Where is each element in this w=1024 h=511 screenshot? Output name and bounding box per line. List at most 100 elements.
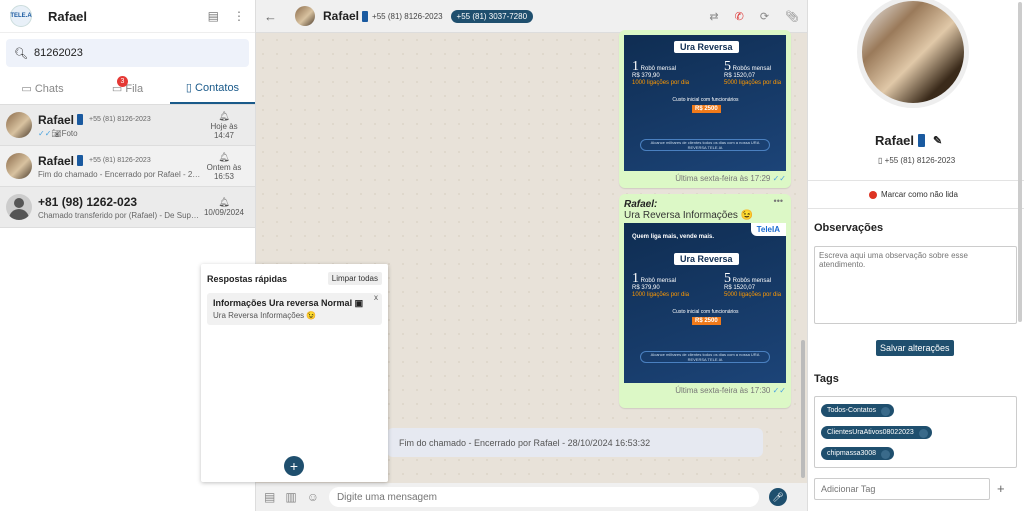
profile-name: Rafael	[875, 133, 915, 148]
list-item[interactable]: +81 (98) 1262-023 Chamado transferido po…	[0, 187, 255, 228]
profile-photo	[857, 0, 969, 108]
promo-setup-price: R$ 2500	[692, 317, 721, 325]
logo-text: TELE.A	[10, 13, 32, 19]
transfer-icon[interactable]: ⇄	[709, 10, 718, 23]
promo-setup-price: R$ 2500	[692, 105, 721, 113]
message-sender: Rafael:	[624, 199, 658, 210]
template-icon[interactable]: ▥	[285, 490, 296, 504]
attach-icon[interactable]: 📎︎	[785, 10, 799, 23]
bell-icon[interactable]: 🔔︎	[201, 111, 247, 122]
phone-icon	[77, 114, 84, 125]
promo-right-label: Robôs mensal	[732, 278, 772, 284]
message-options-icon[interactable]: •••	[774, 196, 783, 206]
new-chat-icon[interactable]: ▤	[208, 9, 219, 23]
avatar[interactable]	[295, 6, 315, 26]
tag-chip[interactable]: chipmassa3008	[821, 447, 895, 460]
contact-phone: +55 (81) 8126-2023	[89, 157, 151, 164]
emoji-icon[interactable]: ☺	[307, 490, 319, 504]
promo-footer: Alcance milhares de clientes todos os di…	[640, 139, 770, 151]
quick-reply-subtitle: Ura Reversa Informações 😉	[213, 311, 317, 320]
add-tag-input[interactable]	[814, 478, 990, 500]
mark-unread-button[interactable]: Marcar como não lida	[869, 190, 958, 199]
phone-icon	[362, 10, 369, 22]
message-bubble[interactable]: ••• Rafael: Ura Reversa Informações 😉 Te…	[619, 194, 791, 408]
promo-logo: TeleIA	[750, 223, 786, 236]
back-arrow-icon[interactable]: ←	[264, 9, 277, 24]
bell-icon[interactable]: 🔔︎	[201, 152, 247, 163]
promo-left-count: 1	[632, 59, 639, 74]
tag-chip[interactable]: Todos-Contatos	[821, 404, 895, 417]
tag-chip[interactable]: ClientesUraAtivos08022023	[821, 426, 932, 439]
microphone-icon[interactable]: 🎤︎	[768, 488, 787, 506]
add-tag-icon[interactable]: +	[997, 481, 1005, 496]
tab-chats[interactable]: ▭ Chats	[0, 73, 85, 104]
mobile-icon: ▯	[878, 156, 883, 165]
promo-left-price: R$ 379,90	[632, 73, 660, 79]
contact-message: Foto	[61, 128, 78, 138]
image-icon: ▣	[354, 298, 364, 308]
contact-message: Fim do chamado - Encerrado por Rafael - …	[38, 169, 201, 179]
promo-image[interactable]: TeleIA Quem liga mais, vende mais. Ura R…	[624, 223, 786, 383]
list-item[interactable]: Rafael +55 (81) 8126-2023 Fim do chamado …	[0, 146, 255, 187]
promo-title: Ura Reversa	[674, 253, 739, 265]
divider	[808, 208, 1024, 209]
message-bubble[interactable]: Ura Reversa 1 Robô mensal R$ 379,90 1000 l…	[619, 30, 791, 188]
fila-badge: 3	[117, 76, 128, 87]
tab-contatos[interactable]: ▯ Contatos	[170, 73, 255, 104]
promo-image[interactable]: Ura Reversa 1 Robô mensal R$ 379,90 1000 l…	[624, 35, 786, 171]
clear-all-button[interactable]: Limpar todas	[327, 272, 382, 285]
contact-time: 10/09/2024	[203, 208, 245, 217]
contact-name: Rafael	[38, 153, 75, 168]
close-icon[interactable]: x	[374, 293, 378, 302]
unread-dot-icon	[869, 190, 877, 199]
search-input[interactable]	[33, 47, 234, 59]
promo-right-note: 5000 ligações por dia	[724, 80, 782, 86]
contact-list: Rafael +55 (81) 8126-2023 ✓✓📷︎Foto 🔔︎ Hoje…	[0, 105, 255, 228]
tab-fila[interactable]: 3 ▭ Fila	[85, 73, 170, 104]
bell-icon[interactable]: 🔔︎	[201, 197, 247, 208]
quick-reply-item[interactable]: x Informações Ura reversa Normal ▣ Ura R…	[207, 293, 382, 325]
promo-right-count: 5	[724, 271, 731, 286]
divider	[808, 180, 1024, 181]
promo-right-note: 5000 ligações por dia	[724, 292, 782, 298]
double-check-icon: ✓✓	[772, 174, 786, 183]
save-button[interactable]: Salvar alterações	[876, 340, 954, 356]
menu-icon[interactable]: ⋮	[233, 9, 245, 23]
message-input[interactable]	[328, 487, 759, 507]
avatar	[6, 194, 32, 220]
contact-phone: +55 (81) 8126-2023	[89, 116, 151, 123]
camera-icon: 📷︎	[51, 128, 62, 138]
quick-replies-panel: Respostas rápidas Limpar todas x Informa…	[201, 264, 388, 482]
promo-left-price: R$ 379,90	[632, 285, 660, 291]
promo-setup-note: Custo inicial com funcionários	[672, 309, 739, 315]
observations-field[interactable]	[814, 246, 1017, 324]
profile-scrollbar[interactable]	[1018, 2, 1022, 322]
add-quick-reply-button[interactable]: +	[284, 456, 304, 476]
profile-phone: +55 (81) 8126-2023	[884, 156, 956, 165]
sync-icon[interactable]: ⟳	[760, 10, 769, 23]
tab-label: Contatos	[195, 81, 240, 94]
tabs: ▭ Chats 3 ▭ Fila ▯ Contatos	[0, 73, 255, 105]
contact-name: +81 (98) 1262-023	[38, 194, 138, 209]
search-bar[interactable]: 🔍︎	[6, 39, 249, 67]
promo-title: Ura Reversa	[674, 41, 739, 53]
promo-setup-note: Custo inicial com funcionários	[672, 97, 739, 103]
promo-tagline: Quem liga mais, vende mais.	[632, 234, 715, 240]
chat-icon: ▭	[21, 83, 35, 95]
quick-replies-title: Respostas rápidas	[207, 273, 288, 284]
tab-label: Chats	[34, 82, 64, 95]
observations-title: Observações	[814, 222, 884, 234]
end-call-icon[interactable]: ✆	[735, 10, 744, 23]
quick-reply-icon[interactable]: ▤	[264, 490, 275, 504]
double-check-icon: ✓✓	[38, 128, 52, 138]
quick-reply-title: Informações Ura reversa Normal	[213, 298, 353, 308]
contact-book-icon: ▯	[185, 82, 196, 94]
list-item[interactable]: Rafael +55 (81) 8126-2023 ✓✓📷︎Foto 🔔︎ Hoje…	[0, 105, 255, 146]
promo-left-count: 1	[632, 271, 639, 286]
chat-phone: +55 (81) 8126-2023	[372, 11, 443, 21]
avatar	[6, 112, 32, 138]
phone-icon	[77, 155, 84, 166]
edit-pencil-icon[interactable]: ✎	[933, 134, 942, 147]
composer: ▤ ▥ ☺ 🎤︎	[256, 483, 807, 511]
chat-scrollbar[interactable]	[801, 340, 805, 478]
